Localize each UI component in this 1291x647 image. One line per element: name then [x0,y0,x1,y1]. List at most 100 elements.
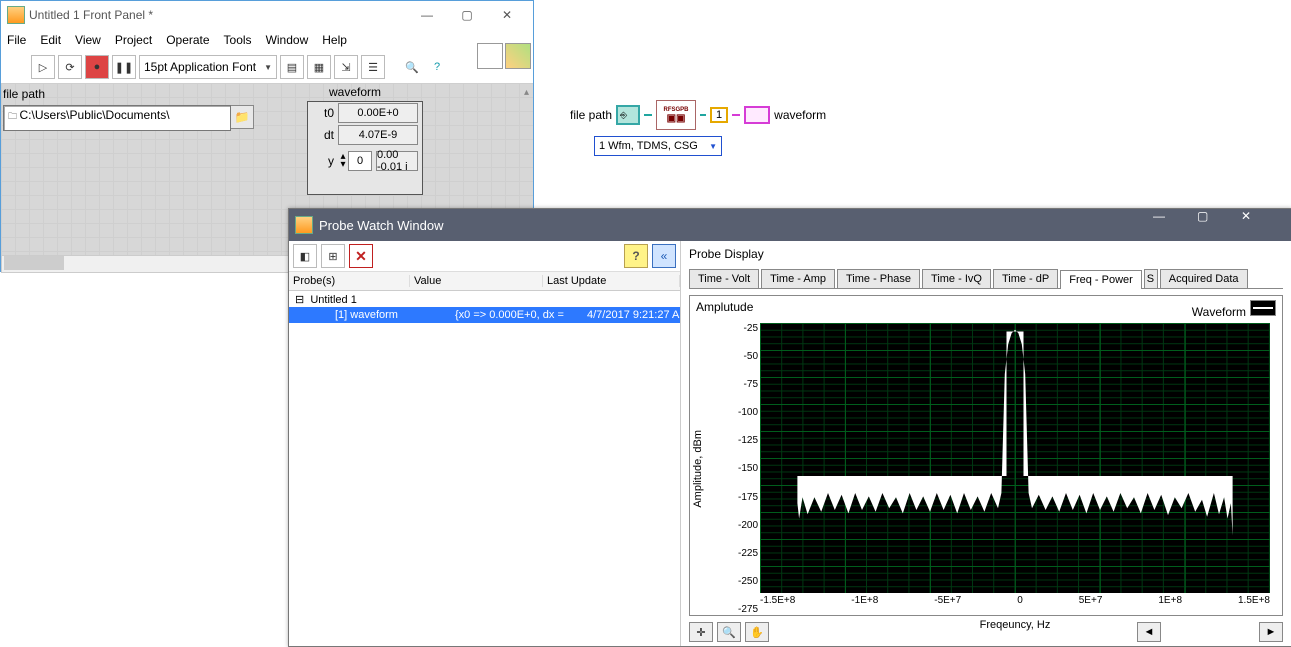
bd-waveform-terminal[interactable] [744,106,770,124]
window-title: Untitled 1 Front Panel * [29,8,407,22]
probe-table-header: Probe(s) Value Last Update [289,272,680,291]
font-selector-label: 15pt Application Font [144,60,256,74]
chart-trace [760,323,1270,536]
browse-folder-button[interactable]: 📁 [231,105,254,129]
menu-operate[interactable]: Operate [166,33,209,47]
bd-rfsgpb-node[interactable]: RFSGPB▣▣ [656,100,696,130]
run-button[interactable]: ▷ [31,55,55,79]
chart-container: Amplutude Waveform Amplitude, dBm -25-50… [689,295,1283,616]
labview-vi-icon [295,216,313,234]
reorder-button[interactable]: ☰ [361,55,385,79]
front-panel-titlebar[interactable]: Untitled 1 Front Panel * — ▢ ✕ [1,1,533,29]
resize-objects-button[interactable]: ⇲ [334,55,358,79]
file-path-label: file path [3,87,45,101]
vi-icon[interactable] [505,43,531,69]
probe-tree-button[interactable]: ⊞ [321,244,345,268]
zoom-tool-button[interactable]: 🔍 [717,622,741,642]
file-path-value: C:\Users\Public\Documents\ [20,108,170,122]
menu-window[interactable]: Window [266,33,309,47]
bd-config-dropdown-label: 1 Wfm, TDMS, CSG [599,140,698,152]
bd-path-terminal[interactable]: ⎆ [616,105,640,125]
dt-label: dt [308,128,338,142]
tab-time-phase[interactable]: Time - Phase [837,269,920,288]
probe-row-vi-name: Untitled 1 [310,294,356,306]
header-value[interactable]: Value [410,275,543,287]
align-button[interactable]: ▤ [280,55,304,79]
bd-file-path-label: file path [570,108,612,122]
probe-maximize-button[interactable]: ▢ [1197,209,1241,241]
tab-time-dp[interactable]: Time - dP [993,269,1058,288]
menu-edit[interactable]: Edit [40,33,61,47]
tab-acquired-data[interactable]: Acquired Data [1160,269,1248,288]
t0-label: t0 [308,106,338,120]
delete-probe-button[interactable]: ✕ [349,244,373,268]
abort-button[interactable]: ● [85,55,109,79]
y-tick-labels: -25-50-75-100-125-150-175-200-225-250-27… [722,323,758,615]
chart-legend-label: Waveform [1192,305,1246,319]
font-selector[interactable]: 15pt Application Font [139,55,277,79]
y-label: y [308,154,338,168]
menu-tools[interactable]: Tools [224,33,252,47]
header-probes[interactable]: Probe(s) [289,275,410,287]
minimize-button[interactable]: — [407,1,447,29]
x-tick-labels: -1.5E+8-1E+8-5E+705E+71E+81.5E+8 [760,595,1270,615]
connector-pane-icon[interactable] [477,43,503,69]
new-probe-button[interactable]: ◧ [293,244,317,268]
resize-caret-icon: ▴ [524,87,529,98]
tab-time-ivq[interactable]: Time - IvQ [922,269,991,288]
distribute-button[interactable]: ▦ [307,55,331,79]
probe-row-waveform[interactable]: [1] waveform {x0 => 0.000E+0, dx = 4/7/2… [289,307,680,323]
chart-plot[interactable]: -25-50-75-100-125-150-175-200-225-250-27… [706,323,1276,615]
probe-list-panel: ◧ ⊞ ✕ ? « Probe(s) Value Last Update ⊟ U… [289,241,681,646]
chart-title: Amplutude [696,300,753,319]
dt-value[interactable]: 4.07E-9 [338,125,418,145]
menu-bar: File Edit View Project Operate Tools Win… [1,29,533,51]
y-index[interactable]: 0 [348,151,372,171]
search-icon[interactable]: 🔍 [401,56,423,78]
run-continuous-button[interactable]: ⟳ [58,55,82,79]
bd-probe-index[interactable]: 1 [710,107,728,123]
probe-row-waveform-last: 4/7/2017 9:21:27 AM [583,309,680,321]
tab-time-volt[interactable]: Time - Volt [689,269,759,288]
waveform-label: waveform [329,85,381,99]
bd-waveform-label: waveform [774,108,826,122]
front-panel-toolbar: ▷ ⟳ ● ❚❚ 15pt Application Font ▤ ▦ ⇲ ☰ 🔍… [1,51,533,83]
menu-help[interactable]: Help [322,33,347,47]
probe-row-waveform-value: {x0 => 0.000E+0, dx = [451,309,583,321]
tab-s[interactable]: S [1144,269,1158,288]
maximize-button[interactable]: ▢ [447,1,487,29]
menu-file[interactable]: File [7,33,26,47]
tab-time-amp[interactable]: Time - Amp [761,269,835,288]
collapse-panel-button[interactable]: « [652,244,676,268]
probe-display-panel: Probe Display Time - Volt Time - Amp Tim… [681,241,1291,646]
menu-view[interactable]: View [75,33,101,47]
probe-titlebar[interactable]: Probe Watch Window — ▢ ✕ [289,209,1291,241]
probe-minimize-button[interactable]: — [1153,209,1197,241]
bd-config-dropdown[interactable]: 1 Wfm, TDMS, CSG [594,136,722,156]
probe-row-vi[interactable]: ⊟ Untitled 1 [289,291,680,307]
probe-window-title: Probe Watch Window [319,218,1153,233]
waveform-cluster: t0 0.00E+0 dt 4.07E-9 y ▴▾ 0 0.00 -0.01 … [307,101,423,195]
legend-swatch-icon [1250,300,1276,316]
chart-canvas [760,323,1270,593]
pause-button[interactable]: ❚❚ [112,55,136,79]
probe-display-title: Probe Display [681,241,1291,263]
y-value[interactable]: 0.00 -0.01 i [376,151,418,171]
help-icon[interactable]: ? [624,244,648,268]
context-help-icon[interactable]: ? [426,56,448,78]
y-axis-label: Amplitude, dBm [692,430,704,508]
cursor-tool-button[interactable]: ✛ [689,622,713,642]
probe-display-tabs: Time - Volt Time - Amp Time - Phase Time… [689,269,1283,289]
t0-value[interactable]: 0.00E+0 [338,103,418,123]
header-last-update[interactable]: Last Update [543,275,680,287]
block-diagram-snippet: file path ⎆ RFSGPB▣▣ 1 waveform 1 Wfm, T… [570,100,840,156]
x-axis-label: Freqeuncy, Hz [760,619,1270,631]
close-button[interactable]: ✕ [487,1,527,29]
labview-vi-icon [7,6,25,24]
probe-close-button[interactable]: ✕ [1241,209,1285,241]
probe-watch-window: Probe Watch Window — ▢ ✕ ◧ ⊞ ✕ ? « Probe… [288,208,1291,647]
menu-project[interactable]: Project [115,33,152,47]
probe-row-waveform-name: [1] waveform [289,309,451,321]
tab-freq-power[interactable]: Freq - Power [1060,270,1142,289]
file-path-input[interactable]: 🗀 C:\Users\Public\Documents\ [3,105,231,131]
